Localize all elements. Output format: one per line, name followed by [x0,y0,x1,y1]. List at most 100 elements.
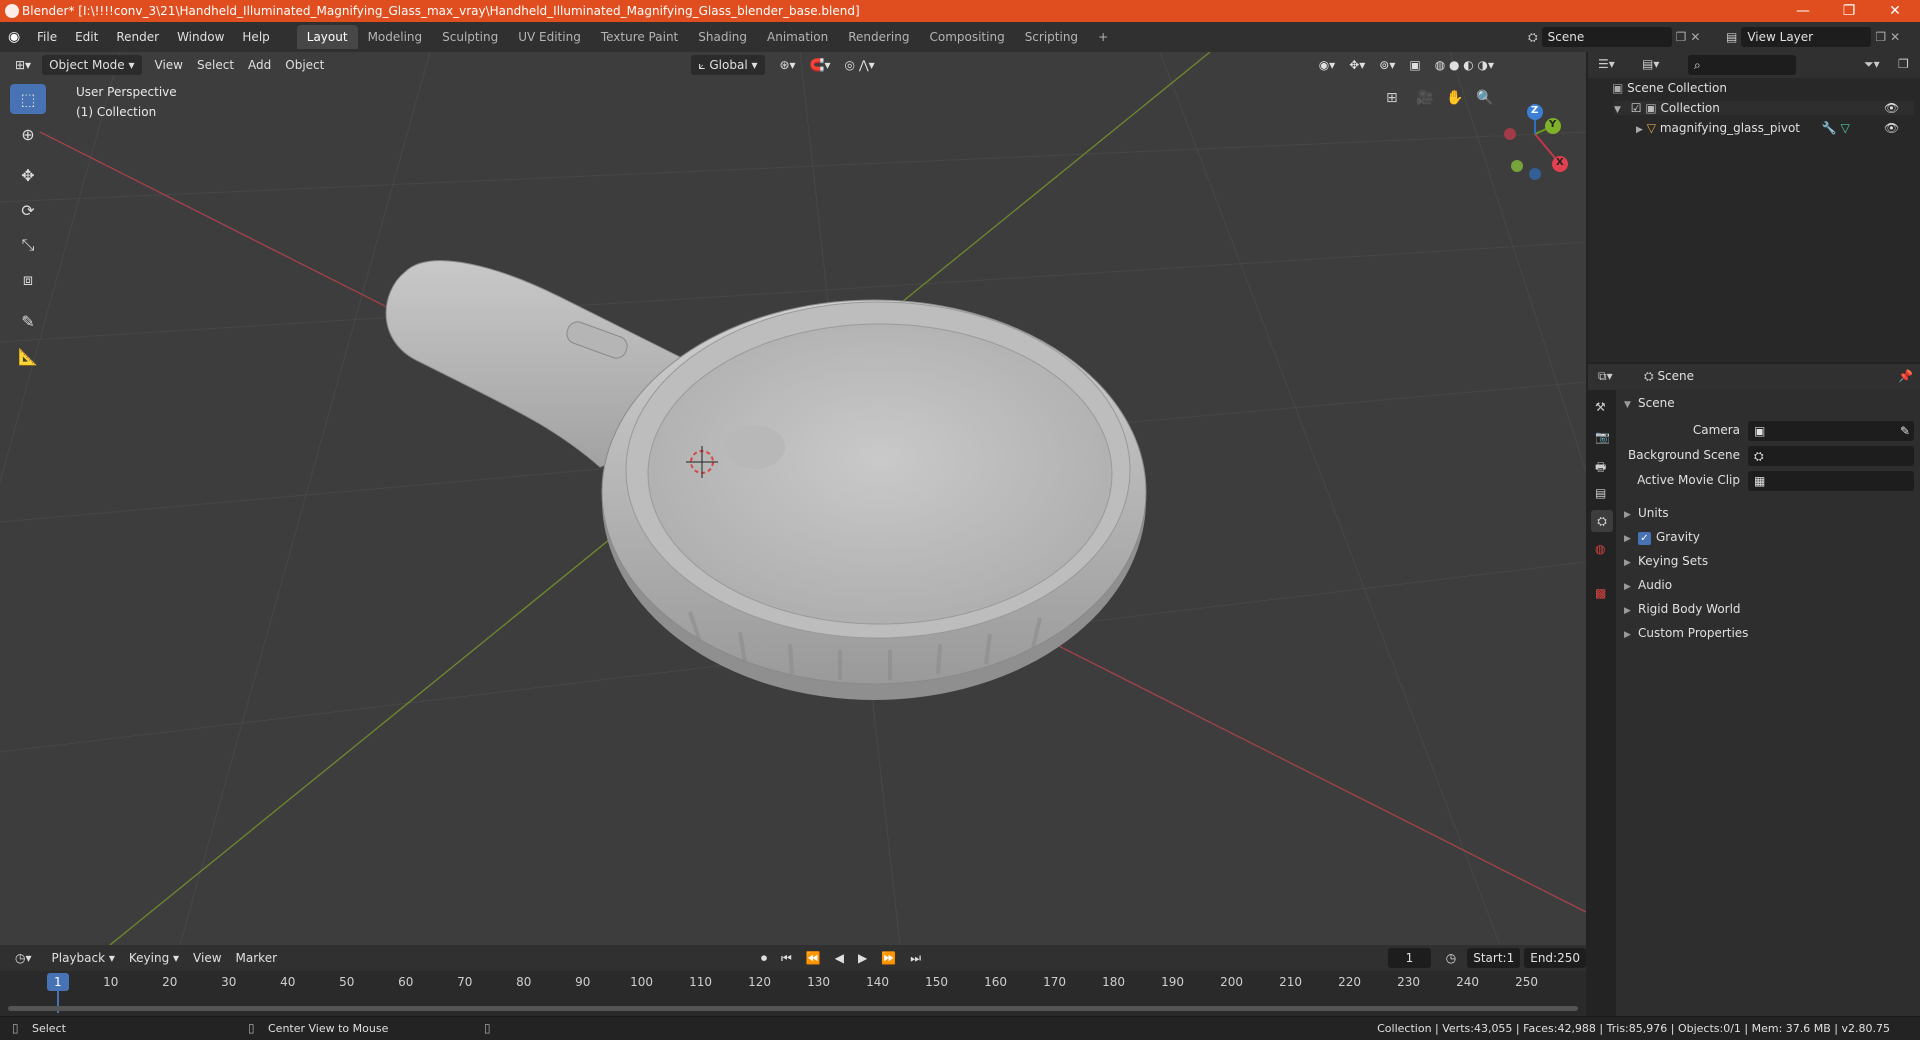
viewport-menu-view[interactable]: View [148,55,190,75]
keying-sets-panel[interactable]: ▶ Keying Sets [1624,554,1708,568]
play-button[interactable]: ▶ [851,948,874,968]
pan-hand-icon[interactable]: ✋ [1446,90,1463,106]
timeline-scrollbar[interactable] [8,1006,1578,1011]
rigid-body-world-panel[interactable]: ▶ Rigid Body World [1624,602,1741,616]
object-row[interactable]: ▶ ▽ magnifying_glass_pivot 🔧 ▽ 👁 [1636,121,1914,135]
timeline-menu-keying[interactable]: Keying ▾ [122,948,186,968]
properties-editor-icon[interactable]: ⧉▾ [1598,369,1613,384]
world-tab-icon[interactable]: ◍ [1595,542,1605,556]
timeline-menu-playback[interactable]: Playback ▾ [45,948,122,968]
mesh-data-icon[interactable]: ▽ [1841,121,1850,135]
tool-tab-icon[interactable]: ⚒ [1595,400,1606,414]
end-frame-field[interactable]: End: 250 [1524,948,1586,968]
scene-section-header[interactable]: ▼ Scene [1624,396,1675,410]
current-frame-field[interactable]: 1 [1388,948,1431,968]
viewport-menu-object[interactable]: Object [278,55,331,75]
editor-type-icon[interactable]: ⊞▾ [8,55,38,75]
render-tab-icon[interactable]: 📷 [1595,430,1610,444]
units-panel[interactable]: ▶ Units [1624,506,1669,520]
menu-window[interactable]: Window [168,30,233,44]
collection-visibility-icon[interactable]: 👁 [1884,101,1899,115]
new-collection-icon[interactable]: ❐ [1898,57,1909,71]
tab-texture-paint[interactable]: Texture Paint [591,25,688,49]
measure-tool[interactable]: 📐 [10,341,46,371]
jump-start-button[interactable]: ⏮ [774,948,799,968]
menu-render[interactable]: Render [107,30,168,44]
camera-field[interactable]: ▣ ✎ [1748,421,1914,441]
pivot-icon[interactable]: ⊛▾ [773,55,803,75]
proportional-edit-icon[interactable]: ◎ ⋀▾ [838,55,882,75]
record-button[interactable]: ⏺ [754,948,774,968]
collection-row[interactable]: ▼ ☑ ▣ Collection 👁 [1614,101,1914,115]
blender-menu-icon[interactable]: ◉ [8,29,28,45]
xray-icon[interactable]: ▣ [1402,55,1427,75]
minimize-button[interactable]: — [1780,0,1826,22]
tab-compositing[interactable]: Compositing [919,25,1014,49]
tab-rendering[interactable]: Rendering [838,25,919,49]
preview-range-icon[interactable]: ◷ [1439,948,1463,968]
scene-tab-icon[interactable]: ⛭ [1591,510,1613,532]
gizmo-toggle-icon[interactable]: ✥▾ [1342,55,1372,75]
viewport-menu-select[interactable]: Select [190,55,241,75]
add-workspace-button[interactable]: + [1088,25,1118,49]
magnifying-glass-model[interactable] [385,260,1147,700]
grid-view-icon[interactable]: ⊞ [1386,90,1398,106]
object-mode-dropdown[interactable]: Object Mode ▾ [42,55,142,75]
audio-panel[interactable]: ▶ Audio [1624,578,1672,592]
tab-uv-editing[interactable]: UV Editing [508,25,591,49]
select-box-tool[interactable]: ⬚ [10,84,46,114]
cursor-tool[interactable]: ⊕ [10,119,46,149]
shading-modes-icon[interactable]: ◍ ● ◐ ◑▾ [1428,55,1501,75]
jump-keyframe-forward-button[interactable]: ⏩ [874,948,903,968]
zoom-icon[interactable]: 🔍 [1476,90,1493,106]
start-frame-field[interactable]: Start: 1 [1467,948,1521,968]
menu-file[interactable]: File [28,30,66,44]
viewport-menu-add[interactable]: Add [241,55,278,75]
eyedropper-icon[interactable]: ✎ [1900,421,1910,441]
camera-view-icon[interactable]: 🎥 [1416,90,1433,106]
view-layer-field[interactable]: View Layer [1741,27,1872,47]
outliner-search-input[interactable]: ⌕ [1688,55,1796,75]
jump-end-button[interactable]: ⏭ [903,948,928,968]
background-scene-field[interactable]: ⛭ [1748,446,1914,466]
output-tab-icon[interactable]: 🖶 [1595,458,1606,479]
pin-icon[interactable]: 📌 [1898,369,1913,383]
3d-viewport[interactable]: X Y Z ⊞▾ Object Mode ▾ View Select Add O… [0,52,1586,945]
tab-layout[interactable]: Layout [296,25,358,49]
expand-arrow-icon[interactable]: ▼ [1614,105,1621,115]
transform-tool[interactable]: ⧈ [10,265,46,295]
timeline-editor[interactable]: ◷▾ Playback ▾ Keying ▾ View Marker ⏺ ⏮ ⏪… [0,945,1586,1016]
overlay-toggle-icon[interactable]: ⊚▾ [1372,55,1402,75]
new-view-layer-icon[interactable]: ❐ [1875,30,1886,44]
play-reverse-button[interactable]: ◀ [828,948,851,968]
scene-icon[interactable]: ⛭ [1528,30,1538,45]
scene-collection-row[interactable]: ▣ Scene Collection [1612,81,1727,95]
close-button[interactable]: ✕ [1872,0,1918,22]
jump-keyframe-back-button[interactable]: ⏪ [799,948,828,968]
movie-clip-field[interactable]: ▦ [1748,471,1914,491]
view-layer-tab-icon[interactable]: ▤ [1595,486,1606,500]
maximize-button[interactable]: ❐ [1826,0,1872,22]
object-expand-arrow-icon[interactable]: ▶ [1636,125,1643,135]
menu-edit[interactable]: Edit [66,30,107,44]
menu-help[interactable]: Help [233,30,278,44]
orientation-dropdown[interactable]: ⟀ Global ▾ [691,55,765,75]
checkbox-icon[interactable]: ☑ [1631,101,1642,115]
tab-sculpting[interactable]: Sculpting [432,25,508,49]
rotate-tool[interactable]: ⟳ [10,195,46,225]
new-scene-icon[interactable]: ❐ [1676,30,1687,44]
modifier-wrench-icon[interactable]: 🔧 [1822,121,1837,135]
scene-field[interactable]: Scene [1541,27,1672,47]
annotate-tool[interactable]: ✎ [10,306,46,336]
gravity-checkbox[interactable]: ✓ [1638,532,1651,545]
timeline-menu-marker[interactable]: Marker [229,948,284,968]
filter-icon[interactable]: ⏷▾ [1864,57,1880,72]
view-layer-icon[interactable]: ▤ [1726,30,1737,44]
outliner-editor-icon[interactable]: ☰▾ [1598,57,1615,71]
gravity-panel[interactable]: ▶ ✓ Gravity [1624,530,1700,545]
texture-tab-icon[interactable]: ▩ [1595,586,1606,600]
delete-view-layer-icon[interactable]: ✕ [1890,30,1900,44]
scale-tool[interactable]: ⤡ [10,230,46,260]
tab-scripting[interactable]: Scripting [1015,25,1088,49]
tab-animation[interactable]: Animation [757,25,838,49]
